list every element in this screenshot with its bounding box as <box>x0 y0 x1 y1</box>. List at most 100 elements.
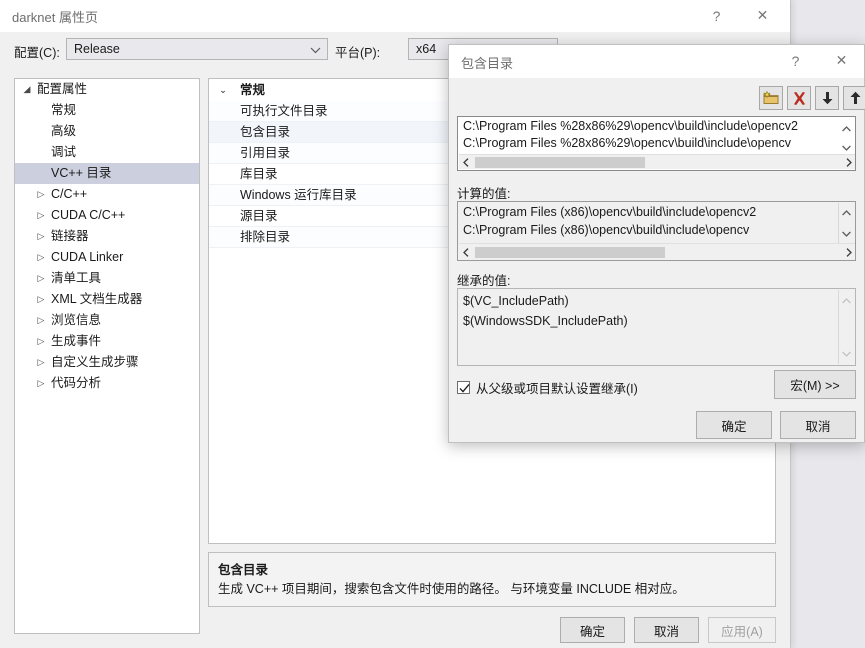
tree-item-label: 常规 <box>51 103 77 117</box>
tree-item-label: 高级 <box>51 124 77 138</box>
computed-value-box[interactable]: C:\Program Files (x86)\opencv\build\incl… <box>457 201 856 261</box>
directory-entry[interactable]: C:\Program Files %28x86%29\opencv\build\… <box>463 136 791 150</box>
scrollbar-thumb[interactable] <box>475 157 645 168</box>
tree-item-label: 生成事件 <box>51 334 102 348</box>
tree-item[interactable]: 常规 <box>15 100 199 121</box>
inherit-from-parent-checkbox[interactable]: 从父级或项目默认设置继承(I) <box>457 378 638 397</box>
tree-item[interactable]: 高级 <box>15 121 199 142</box>
configuration-select[interactable]: Release <box>66 38 328 60</box>
scroll-up-icon[interactable] <box>839 293 854 308</box>
platform-label: 平台(P): <box>335 46 381 60</box>
inherited-vertical-scrollbar[interactable] <box>839 290 854 365</box>
computed-horizontal-scrollbar[interactable] <box>459 243 855 259</box>
modal-ok-button[interactable]: 确定 <box>696 411 772 439</box>
help-icon[interactable]: ? <box>694 0 739 31</box>
inherited-value-label: 继承的值: <box>457 274 511 288</box>
tree-item-label: VC++ 目录 <box>51 166 112 180</box>
scroll-up-icon[interactable] <box>839 121 854 136</box>
platform-value: x64 <box>416 42 437 56</box>
close-icon[interactable]: ✕ <box>819 45 864 76</box>
property-tree[interactable]: ◢ 配置属性 常规 高级 调试 VC++ 目录 ▷ C/C++ ▷ CUDA C/C++ ▷ 链接器 ▷… <box>14 78 200 634</box>
scroll-up-icon[interactable] <box>839 205 854 220</box>
directory-entry[interactable]: C:\Program Files %28x86%29\opencv\build\… <box>463 119 798 133</box>
tree-item[interactable]: ◢ 配置属性 <box>15 79 199 100</box>
tree-item[interactable]: ▷ C/C++ <box>15 184 199 205</box>
expand-collapse-icon[interactable]: ◢ <box>21 79 33 100</box>
include-directories-dialog: 包含目录 ? ✕ C:\Program Files %28x86%29\open… <box>448 44 865 443</box>
property-pages-titlebar: darknet 属性页 ? ✕ <box>0 0 790 33</box>
expand-icon[interactable]: ▷ <box>35 373 47 394</box>
macros-button[interactable]: 宏(M) >> <box>774 370 856 399</box>
scroll-down-icon[interactable] <box>839 226 854 241</box>
computed-value-line: C:\Program Files (x86)\opencv\build\incl… <box>463 223 750 237</box>
tree-item-label: CUDA C/C++ <box>51 208 126 222</box>
scroll-right-icon[interactable] <box>842 155 855 169</box>
tree-item[interactable]: ▷ CUDA Linker <box>15 247 199 268</box>
tree-item[interactable]: ▷ XML 文档生成器 <box>15 289 199 310</box>
tree-item[interactable]: ▷ 链接器 <box>15 226 199 247</box>
edit-list-vertical-scrollbar[interactable] <box>839 118 854 157</box>
scrollbar-thumb[interactable] <box>475 247 665 258</box>
tree-item[interactable]: ▷ 代码分析 <box>15 373 199 394</box>
tree-item-label: XML 文档生成器 <box>51 292 143 306</box>
scroll-left-icon[interactable] <box>459 245 473 259</box>
tree-item-label: 清单工具 <box>51 271 102 285</box>
scroll-right-icon[interactable] <box>842 245 855 259</box>
expand-icon[interactable]: ▷ <box>35 310 47 331</box>
tree-item-label: 链接器 <box>51 229 89 243</box>
tree-item-label: 调试 <box>51 145 77 159</box>
tree-item[interactable]: ▷ CUDA C/C++ <box>15 205 199 226</box>
page-title: darknet 属性页 <box>12 10 98 25</box>
tree-item[interactable]: ▷ 浏览信息 <box>15 310 199 331</box>
inherited-value-box[interactable]: $(VC_IncludePath) $(WindowsSDK_IncludePat… <box>457 288 856 366</box>
modal-cancel-button[interactable]: 取消 <box>780 411 856 439</box>
edit-list-horizontal-scrollbar[interactable] <box>459 154 855 169</box>
expand-icon[interactable]: ▷ <box>35 205 47 226</box>
directories-edit-list[interactable]: C:\Program Files %28x86%29\opencv\build\… <box>457 116 856 171</box>
expand-icon[interactable]: ▷ <box>35 184 47 205</box>
computed-value-label: 计算的值: <box>457 187 511 201</box>
description-panel: 包含目录 生成 VC++ 项目期间，搜索包含文件时使用的路径。 与环境变量 IN… <box>208 552 776 607</box>
chevron-down-icon: ⌄ <box>219 85 227 95</box>
ok-button[interactable]: 确定 <box>560 617 625 643</box>
tree-item[interactable]: ▷ 清单工具 <box>15 268 199 289</box>
cancel-button[interactable]: 取消 <box>634 617 699 643</box>
expand-icon[interactable]: ▷ <box>35 247 47 268</box>
expand-icon[interactable]: ▷ <box>35 352 47 373</box>
expand-icon[interactable]: ▷ <box>35 331 47 352</box>
expand-icon[interactable]: ▷ <box>35 289 47 310</box>
tree-item-label: 自定义生成步骤 <box>51 355 139 369</box>
expand-icon[interactable]: ▷ <box>35 226 47 247</box>
scroll-down-icon[interactable] <box>839 140 854 155</box>
help-icon[interactable]: ? <box>773 45 818 76</box>
close-icon[interactable]: ✕ <box>740 0 785 31</box>
inherit-checkbox-label: 从父级或项目默认设置继承(I) <box>476 382 638 396</box>
tree-item[interactable]: ▷ 自定义生成步骤 <box>15 352 199 373</box>
computed-vertical-scrollbar[interactable] <box>839 203 854 245</box>
tree-item[interactable]: VC++ 目录 <box>15 163 199 184</box>
scroll-down-icon[interactable] <box>839 346 854 361</box>
description-title: 包含目录 <box>218 563 269 577</box>
tree-item-label: 配置属性 <box>37 82 88 96</box>
inherited-value-line: $(WindowsSDK_IncludePath) <box>463 314 628 328</box>
modal-title: 包含目录 <box>461 56 514 71</box>
property-group-label: 常规 <box>240 83 266 97</box>
delete-icon[interactable] <box>787 86 811 110</box>
tree-item[interactable]: ▷ 生成事件 <box>15 331 199 352</box>
modal-body: C:\Program Files %28x86%29\opencv\build\… <box>449 78 865 442</box>
checkbox-box[interactable] <box>457 381 470 394</box>
tree-item[interactable]: 调试 <box>15 142 199 163</box>
expand-icon[interactable]: ▷ <box>35 268 47 289</box>
computed-value-line: C:\Program Files (x86)\opencv\build\incl… <box>463 205 757 219</box>
inherited-value-line: $(VC_IncludePath) <box>463 294 569 308</box>
modal-titlebar: 包含目录 ? ✕ <box>449 45 864 79</box>
configuration-value: Release <box>74 42 120 56</box>
scroll-left-icon[interactable] <box>459 155 473 169</box>
description-body: 生成 VC++ 项目期间，搜索包含文件时使用的路径。 与环境变量 INCLUDE… <box>218 582 685 596</box>
tree-item-label: 浏览信息 <box>51 313 102 327</box>
move-up-icon[interactable] <box>843 86 865 110</box>
move-down-icon[interactable] <box>815 86 839 110</box>
new-folder-icon[interactable] <box>759 86 783 110</box>
configuration-label: 配置(C): <box>14 46 60 60</box>
tree-item-label: C/C++ <box>51 187 88 201</box>
